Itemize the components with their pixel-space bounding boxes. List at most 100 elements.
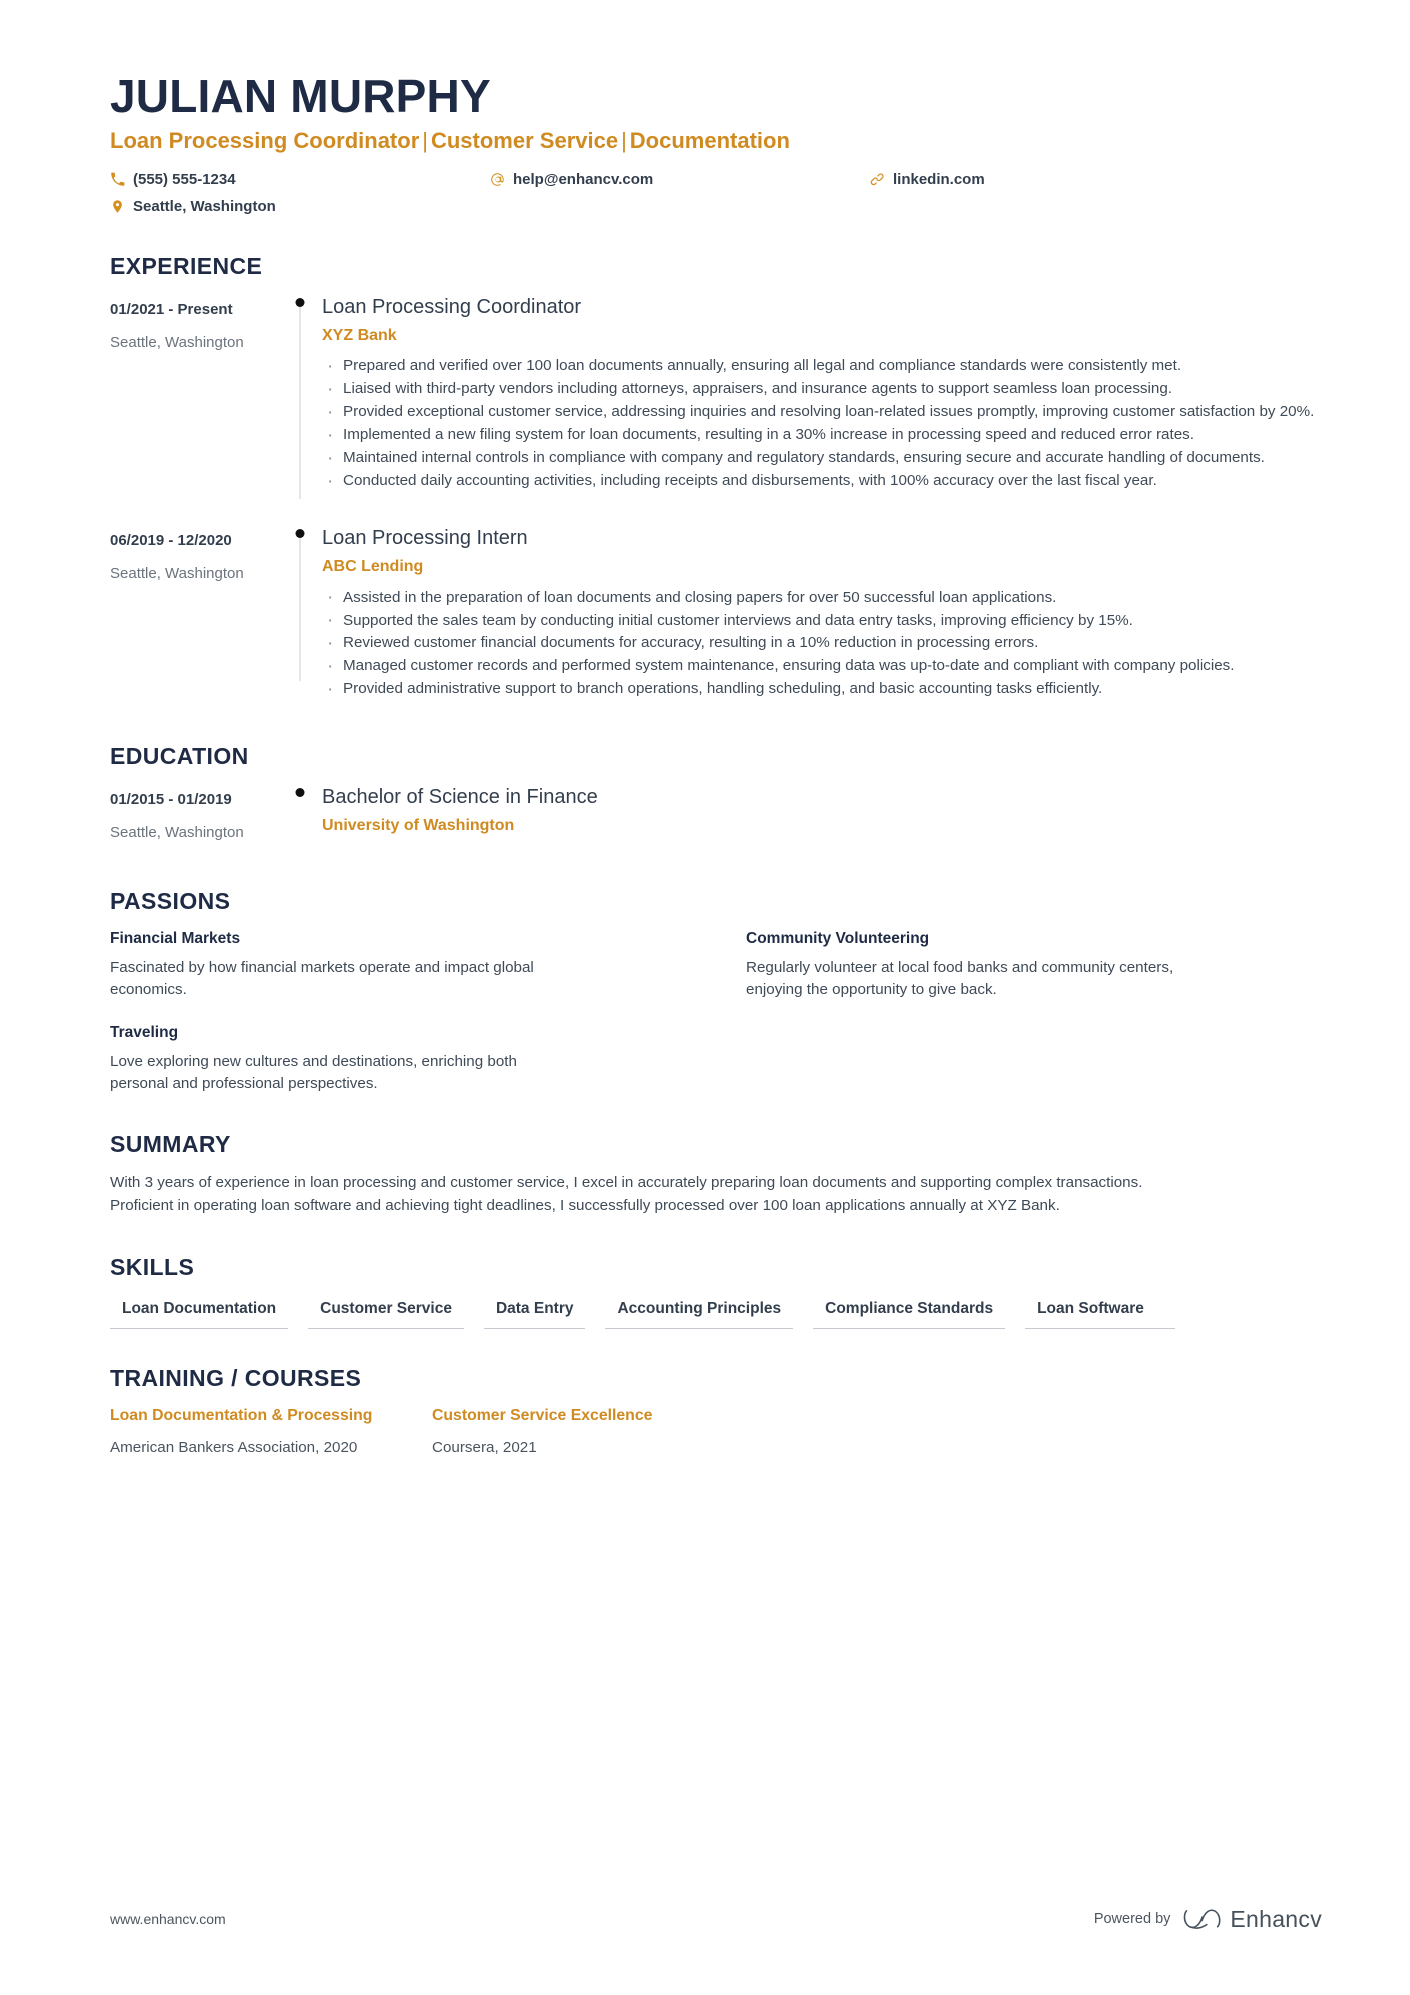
- headline-part-1: Loan Processing Coordinator: [110, 128, 420, 154]
- education-entry-date: 01/2015 - 01/2019: [110, 791, 232, 809]
- training-item: Loan Documentation & Processing American…: [110, 1406, 432, 1457]
- training-section-title: TRAINING / COURSES: [110, 1365, 362, 1392]
- candidate-name: JULIAN MURPHY: [110, 70, 491, 122]
- enhancv-wordmark: Enhancv: [1230, 1905, 1322, 1932]
- enhancv-logo: Enhancv: [1183, 1907, 1322, 1931]
- skills-section: SKILLS Loan Documentation Customer Servi…: [110, 1253, 1322, 1330]
- passion-name: Traveling: [110, 1024, 179, 1042]
- training-item: Customer Service Excellence Coursera, 20…: [432, 1406, 1322, 1457]
- timeline-rail: [278, 784, 322, 852]
- experience-bullet: Prepared and verified over 100 loan docu…: [322, 353, 1322, 380]
- timeline-rail: [278, 525, 322, 707]
- experience-job-title: Loan Processing Coordinator: [322, 295, 582, 318]
- training-section: TRAINING / COURSES Loan Documentation & …: [110, 1365, 1322, 1457]
- passion-item: Traveling Love exploring new cultures an…: [110, 1023, 686, 1095]
- passions-section: PASSIONS Financial Markets Fascinated by…: [110, 888, 1322, 1095]
- experience-bullet: Provided exceptional customer service, a…: [322, 399, 1322, 426]
- resume-footer: www.enhancv.com Powered by Enhancv: [110, 1907, 1322, 1931]
- skills-list: Loan Documentation Customer Service Data…: [110, 1295, 1240, 1330]
- headline-separator-1: |: [422, 128, 428, 154]
- skills-section-title: SKILLS: [110, 1253, 195, 1280]
- experience-entry: 06/2019 - 12/2020 Seattle, Washington Lo…: [110, 525, 1322, 707]
- education-entry: 01/2015 - 01/2019 Seattle, Washington Ba…: [110, 784, 1322, 852]
- experience-bullet: Maintained internal controls in complian…: [322, 445, 1322, 472]
- contact-link[interactable]: linkedin.com: [870, 169, 1322, 190]
- experience-entry-date: 06/2019 - 12/2020: [110, 531, 232, 549]
- passions-section-title: PASSIONS: [110, 887, 231, 914]
- candidate-headline: Loan Processing Coordinator | Customer Ser…: [110, 128, 1322, 154]
- education-degree: Bachelor of Science in Finance: [322, 786, 598, 809]
- experience-entry-location: Seattle, Washington: [110, 565, 244, 583]
- experience-entry-meta: 01/2021 - Present Seattle, Washington: [110, 294, 278, 499]
- experience-bullet: Conducted daily accounting activities, i…: [322, 468, 1322, 495]
- passion-item: Financial Markets Fascinated by how fina…: [110, 929, 686, 1001]
- passion-name: Community Volunteering: [746, 929, 930, 947]
- headline-part-3: Documentation: [629, 128, 790, 154]
- passions-grid: Financial Markets Fascinated by how fina…: [110, 929, 1322, 1095]
- experience-bullet: Liaised with third-party vendors includi…: [322, 376, 1322, 403]
- headline-separator-2: |: [621, 128, 627, 154]
- passion-description: Regularly volunteer at local food banks …: [746, 959, 1174, 999]
- contact-location-value: Seattle, Washington: [133, 197, 276, 215]
- headline-part-2: Customer Service: [430, 128, 619, 154]
- passion-name: Financial Markets: [110, 929, 241, 947]
- resume-page: JULIAN MURPHY Loan Processing Coordinato…: [0, 0, 1410, 1995]
- experience-company: ABC Lending: [322, 557, 424, 575]
- experience-company: XYZ Bank: [322, 326, 397, 344]
- contact-location: Seattle, Washington: [110, 196, 490, 217]
- experience-bullet: Reviewed customer financial documents fo…: [322, 630, 1322, 657]
- experience-bullet: Managed customer records and performed s…: [322, 653, 1322, 680]
- experience-bullet-list: Assisted in the preparation of loan docu…: [322, 584, 1322, 703]
- contact-email[interactable]: help@enhancv.com: [490, 169, 870, 190]
- enhancv-mark-icon: [1184, 1909, 1221, 1929]
- experience-bullet: Supported the sales team by conducting i…: [322, 607, 1322, 634]
- summary-section: SUMMARY With 3 years of experience in lo…: [110, 1131, 1322, 1218]
- experience-bullet: Implemented a new filing system for loan…: [322, 422, 1322, 449]
- contact-list: (555) 555-1234 help@enhancv.com linkedin…: [110, 169, 1322, 217]
- training-list: Loan Documentation & Processing American…: [110, 1406, 1322, 1457]
- experience-entry-date: 01/2021 - Present: [110, 300, 233, 318]
- education-entry-location: Seattle, Washington: [110, 824, 244, 842]
- experience-entry-body: Loan Processing Coordinator XYZ Bank Pre…: [322, 294, 1322, 499]
- training-course-name: Customer Service Excellence: [432, 1407, 653, 1425]
- experience-entry: 01/2021 - Present Seattle, Washington Lo…: [110, 294, 1322, 499]
- experience-bullet: Assisted in the preparation of loan docu…: [322, 584, 1322, 611]
- skill-tag: Accounting Principles: [605, 1295, 794, 1330]
- footer-website-url[interactable]: www.enhancv.com: [110, 1911, 226, 1927]
- resume-header: JULIAN MURPHY Loan Processing Coordinato…: [110, 72, 1322, 217]
- summary-text: With 3 years of experience in loan proce…: [110, 1174, 1143, 1215]
- skill-tag: Customer Service: [308, 1295, 464, 1330]
- experience-bullet: Provided administrative support to branc…: [322, 676, 1322, 703]
- experience-section: EXPERIENCE 01/2021 - Present Seattle, Wa…: [110, 253, 1322, 707]
- contact-email-value: help@enhancv.com: [513, 170, 654, 188]
- powered-by-label: Powered by: [1093, 1911, 1171, 1927]
- experience-entry-location: Seattle, Washington: [110, 333, 244, 351]
- training-course-meta: Coursera, 2021: [432, 1438, 537, 1456]
- email-icon: [490, 172, 505, 187]
- timeline-line: [299, 303, 301, 499]
- skill-tag: Data Entry: [483, 1295, 586, 1330]
- contact-phone-value: (555) 555-1234: [133, 170, 236, 188]
- education-entry-body: Bachelor of Science in Finance Universit…: [322, 784, 1322, 852]
- contact-phone[interactable]: (555) 555-1234: [110, 169, 490, 190]
- footer-branding: Powered by Enhancv: [1094, 1907, 1322, 1931]
- timeline-line: [299, 534, 301, 682]
- experience-entry-body: Loan Processing Intern ABC Lending Assis…: [322, 525, 1322, 707]
- experience-section-title: EXPERIENCE: [110, 252, 263, 279]
- training-course-name: Loan Documentation & Processing: [110, 1407, 373, 1425]
- skill-tag: Loan Documentation: [110, 1295, 289, 1330]
- experience-job-title: Loan Processing Intern: [322, 526, 528, 549]
- education-section-title: EDUCATION: [110, 743, 249, 770]
- skill-tag: Compliance Standards: [813, 1295, 1006, 1330]
- location-pin-icon: [110, 199, 125, 214]
- education-section: EDUCATION 01/2015 - 01/2019 Seattle, Was…: [110, 743, 1322, 852]
- education-school: University of Washington: [322, 817, 515, 835]
- timeline-dot-icon: [295, 297, 305, 307]
- passion-description: Fascinated by how financial markets oper…: [110, 959, 534, 999]
- summary-section-title: SUMMARY: [110, 1131, 231, 1158]
- phone-icon: [110, 172, 125, 187]
- experience-bullet-list: Prepared and verified over 100 loan docu…: [322, 353, 1322, 495]
- timeline-dot-icon: [295, 788, 305, 798]
- timeline-dot-icon: [295, 528, 305, 538]
- contact-link-value: linkedin.com: [893, 170, 985, 188]
